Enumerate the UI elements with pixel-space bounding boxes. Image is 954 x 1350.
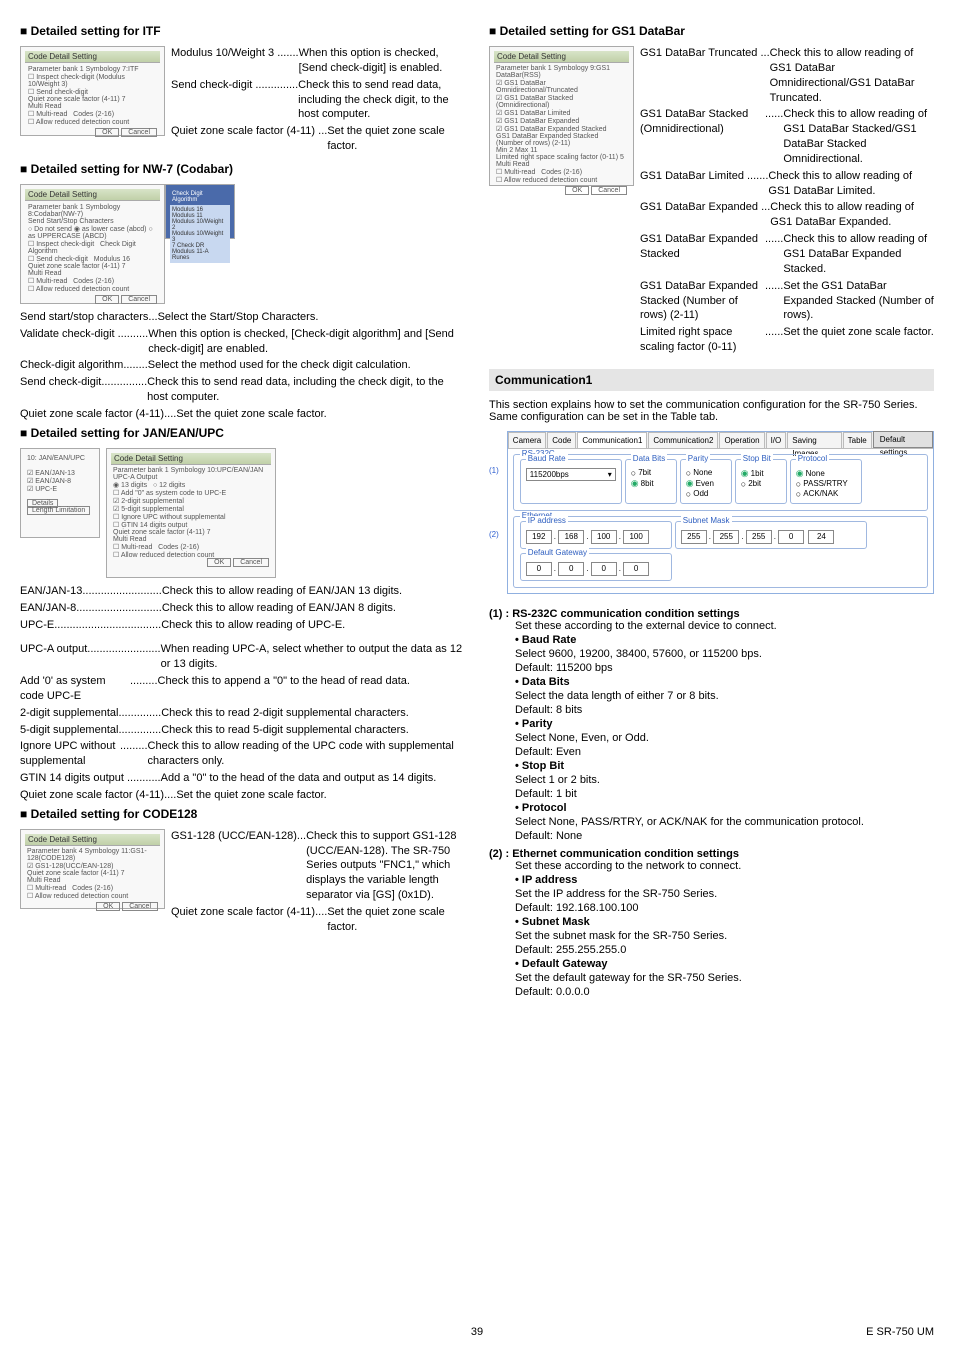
c128-heading: ■ Detailed setting for CODE128 bbox=[20, 807, 465, 821]
radio-proto-pass[interactable]: PASS/RTRY bbox=[796, 479, 848, 489]
radio-proto-ack[interactable]: ACK/NAK bbox=[796, 489, 839, 499]
jan-heading: ■ Detailed setting for JAN/EAN/UPC bbox=[20, 426, 465, 440]
ip-octet-4[interactable]: 100 bbox=[623, 530, 649, 544]
rs232c-section: RS-232C Baud Rate 115200bps▾ Data Bits 7… bbox=[513, 454, 928, 511]
subnet-prefix[interactable]: 24 bbox=[808, 530, 834, 544]
gs1-heading: ■ Detailed setting for GS1 DataBar bbox=[489, 24, 934, 38]
rs232c-settings-heading: (1) : RS-232C communication condition se… bbox=[489, 608, 934, 620]
tab-table[interactable]: Table bbox=[843, 432, 872, 448]
subnet-1[interactable]: 255 bbox=[681, 530, 707, 544]
ip-octet-2[interactable]: 168 bbox=[558, 530, 584, 544]
pointer-2: (2) bbox=[489, 530, 507, 539]
subnet-3[interactable]: 255 bbox=[746, 530, 772, 544]
ip-octet-1[interactable]: 192 bbox=[526, 530, 552, 544]
left-column: ■ Detailed setting for ITF Code Detail S… bbox=[20, 20, 465, 1004]
itf-heading: ■ Detailed setting for ITF bbox=[20, 24, 465, 38]
ip-octet-3[interactable]: 100 bbox=[591, 530, 617, 544]
tab-camera[interactable]: Camera bbox=[508, 432, 546, 448]
default-settings-button[interactable]: Default settings bbox=[873, 431, 933, 448]
subnet-4[interactable]: 0 bbox=[778, 530, 804, 544]
radio-parity-none[interactable]: None bbox=[686, 468, 713, 478]
tab-saving-images[interactable]: Saving Images bbox=[787, 432, 841, 448]
tab-communication1[interactable]: Communication1 bbox=[577, 432, 647, 448]
gw-3[interactable]: 0 bbox=[591, 562, 617, 576]
radio-proto-none[interactable]: None bbox=[796, 468, 825, 479]
ethernet-section: Ethernet IP address 192. 168. 100. 100 S… bbox=[513, 516, 928, 588]
gw-2[interactable]: 0 bbox=[558, 562, 584, 576]
gs1-panel: Code Detail Setting Parameter bank 1 Sym… bbox=[489, 46, 634, 186]
pointer-1: (1) bbox=[489, 466, 507, 475]
tab-code[interactable]: Code bbox=[547, 432, 576, 448]
communication1-intro: This section explains how to set the com… bbox=[489, 399, 934, 423]
radio-stop-2bit[interactable]: 2bit bbox=[741, 479, 761, 489]
footer-right: E SR-750 UM bbox=[866, 1326, 934, 1338]
nw7-algo-panel: Check Digit Algorithm Modulus 16Modulus … bbox=[165, 184, 235, 239]
tab-operation[interactable]: Operation bbox=[719, 432, 764, 448]
tab-io[interactable]: I/O bbox=[766, 432, 787, 448]
baud-select[interactable]: 115200bps▾ bbox=[526, 468, 616, 481]
ethernet-settings-heading: (2) : Ethernet communication condition s… bbox=[489, 848, 934, 860]
radio-stop-1bit[interactable]: 1bit bbox=[741, 468, 764, 479]
radio-parity-odd[interactable]: Odd bbox=[686, 489, 709, 499]
subnet-2[interactable]: 255 bbox=[713, 530, 739, 544]
gw-1[interactable]: 0 bbox=[526, 562, 552, 576]
page-number: 39 bbox=[0, 1326, 954, 1338]
c128-panel: Code Detail Setting Parameter bank 4 Sym… bbox=[20, 829, 165, 909]
nw7-heading: ■ Detailed setting for NW-7 (Codabar) bbox=[20, 162, 465, 176]
itf-panel: Code Detail Setting Parameter bank 1 Sym… bbox=[20, 46, 165, 136]
radio-8bit[interactable]: 8bit bbox=[631, 478, 654, 489]
tab-communication2[interactable]: Communication2 bbox=[648, 432, 718, 448]
jan-panel-left: 10: JAN/EAN/UPC☑ EAN/JAN-13☑ EAN/JAN-8☑ … bbox=[20, 448, 100, 538]
nw7-panel: Code Detail Setting Parameter bank 1 Sym… bbox=[20, 184, 165, 304]
gw-4[interactable]: 0 bbox=[623, 562, 649, 576]
radio-7bit[interactable]: 7bit bbox=[631, 468, 651, 478]
tab-row: Camera Code Communication1 Communication… bbox=[508, 432, 933, 449]
jan-panel-right: Code Detail Setting Parameter bank 1 Sym… bbox=[106, 448, 276, 578]
right-column: ■ Detailed setting for GS1 DataBar Code … bbox=[489, 20, 934, 1004]
communication1-header: Communication1 bbox=[489, 369, 934, 391]
communication-panel: Camera Code Communication1 Communication… bbox=[507, 431, 934, 594]
radio-parity-even[interactable]: Even bbox=[686, 478, 714, 489]
